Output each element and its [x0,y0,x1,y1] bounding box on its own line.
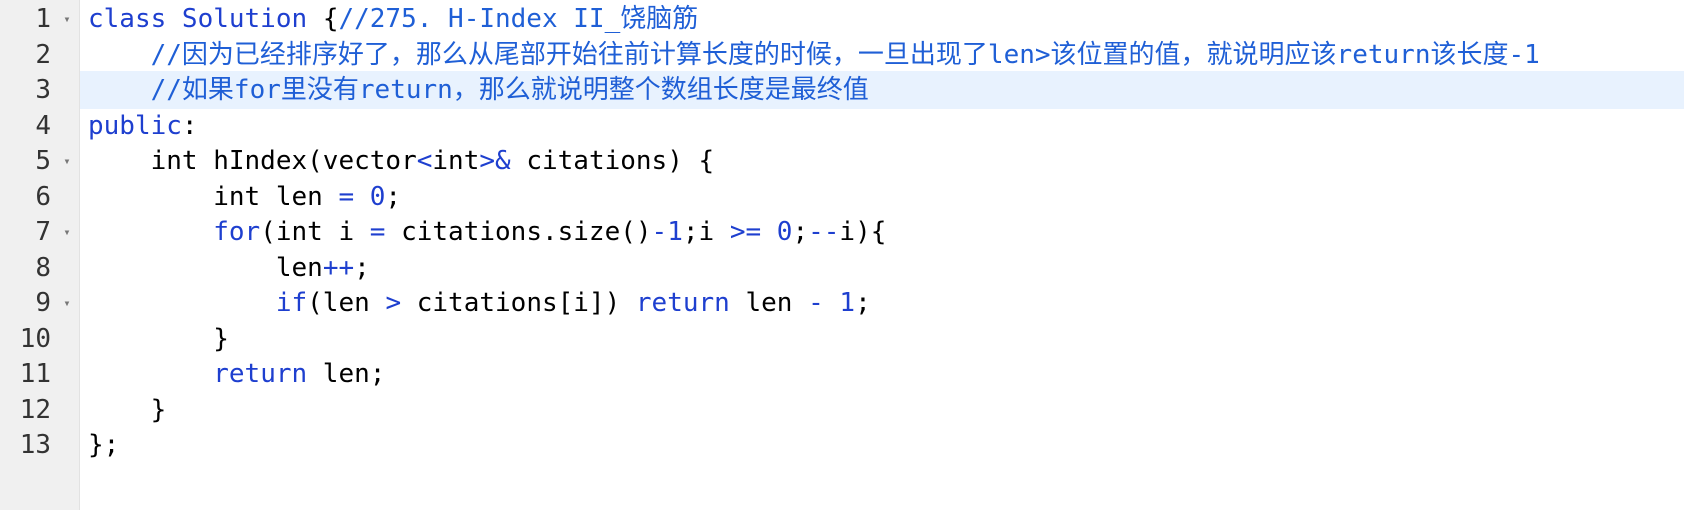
code-token: return [213,359,308,389]
code-token: return [635,288,730,318]
code-token: int len [88,181,339,212]
code-line-text: int len = 0; [88,178,401,216]
code-token: citations) { [510,146,715,176]
code-token: 0 [776,217,793,247]
code-token: //如果for里没有return，那么就说明整个数组长度是最终值 [150,75,869,105]
code-token: ; [792,217,809,247]
code-line-text: }; [88,426,119,464]
code-line-text: //因为已经排序好了，那么从尾部开始往前计算长度的时候，一旦出现了len>该位置… [88,36,1540,74]
code-token: //因为已经排序好了，那么从尾部开始往前计算长度的时候，一旦出现了len>该位置… [150,39,1540,70]
code-token: > [385,288,402,318]
code-token: < [416,146,433,176]
code-line-text: class Solution {//275. H-Index II_饶脑筋 [88,0,698,38]
code-token: 1 [667,217,683,247]
code-token: len [729,288,809,318]
line-number: 4 [35,110,51,141]
line-number: 3 [35,75,51,105]
code-line[interactable]: //因为已经排序好了，那么从尾部开始往前计算长度的时候，一旦出现了len>该位置… [80,36,1684,74]
line-number: 12 [19,394,51,425]
fold-toggle-icon[interactable]: ▾ [61,284,73,322]
code-token: citations.size() [385,217,652,247]
code-token: citations[i]) [401,288,636,318]
code-token: ;i [682,217,730,247]
code-line[interactable]: len++; [80,249,1684,287]
code-token: for [213,217,261,247]
code-token: }; [88,430,120,460]
code-token: int [432,146,480,176]
code-line-text: len++; [88,249,370,287]
active-code-line[interactable]: //如果for里没有return，那么就说明整个数组长度是最终值 [80,71,1684,109]
line-number: 13 [19,430,51,460]
code-token: (len [307,288,386,318]
code-line[interactable]: public: [80,107,1684,145]
code-line[interactable]: int hIndex(vector<int>& citations) { [80,142,1684,180]
code-token: >& [479,146,511,176]
code-line-text: int hIndex(vector<int>& citations) { [88,142,715,180]
code-token: ; [855,288,871,318]
code-token: ; [385,181,402,212]
code-token: i){ [839,217,887,247]
code-token: ; [354,252,370,283]
line-number: 2 [35,39,51,70]
code-token: -- [808,217,840,247]
line-number: 1 [35,4,51,34]
code-token: public [88,110,182,141]
code-area[interactable]: class Solution {//275. H-Index II_饶脑筋 //… [80,0,1684,510]
line-number-gutter: 1 ▾ 2 3 4 5 ▾ 6 7 ▾ 8 9 ▾ 10 11 12 13 [0,0,80,510]
line-number: 5 [35,146,51,176]
line-number: 7 [35,217,51,247]
code-token: { [322,4,339,34]
code-token: 0 [369,181,386,212]
code-line-text: } [88,320,229,358]
fold-toggle-icon[interactable]: ▾ [61,142,73,180]
line-number: 9 [35,288,51,318]
code-line[interactable]: return len; [80,355,1684,393]
line-number: 10 [19,323,51,354]
code-line[interactable]: class Solution {//275. H-Index II_饶脑筋 [80,0,1684,38]
code-token: 1 [839,288,856,318]
code-line-text: //如果for里没有return，那么就说明整个数组长度是最终值 [88,71,869,109]
code-token: class Solution [88,4,323,34]
code-editor[interactable]: 1 ▾ 2 3 4 5 ▾ 6 7 ▾ 8 9 ▾ 10 11 12 13 class Solution {//… [0,0,1684,510]
code-token: len [88,252,323,283]
code-line[interactable]: } [80,391,1684,429]
fold-toggle-icon[interactable]: ▾ [61,0,73,38]
line-number: 8 [35,252,51,283]
code-token: } [88,394,167,425]
code-token: : [181,110,198,141]
code-token: len; [307,359,386,389]
code-token: >= [729,217,762,247]
code-token: (int i [260,217,370,247]
code-line-text: } [88,391,167,429]
code-token: if [275,288,308,318]
code-line[interactable]: int len = 0; [80,178,1684,216]
code-line-text: for(int i = citations.size()-1;i >= 0;--… [88,213,886,251]
code-token: - [651,217,668,247]
code-token: - [808,288,824,318]
code-line[interactable]: if(len > citations[i]) return len - 1; [80,284,1684,322]
code-token: = [338,181,355,212]
fold-toggle-icon[interactable]: ▾ [61,213,73,251]
code-token: = [369,217,386,247]
code-line[interactable]: for(int i = citations.size()-1;i >= 0;--… [80,213,1684,251]
code-token: } [88,323,229,354]
code-token: ++ [322,252,355,283]
code-line[interactable]: }; [80,426,1684,464]
code-token: //275. H-Index II_饶脑筋 [338,4,699,34]
line-number: 6 [35,181,51,212]
code-line-text: return len; [88,355,385,393]
code-line[interactable]: } [80,320,1684,358]
line-number: 11 [19,359,51,389]
code-line-text: public: [88,107,198,145]
code-token: int hIndex(vector [88,146,417,176]
code-line-text: if(len > citations[i]) return len - 1; [88,284,871,322]
